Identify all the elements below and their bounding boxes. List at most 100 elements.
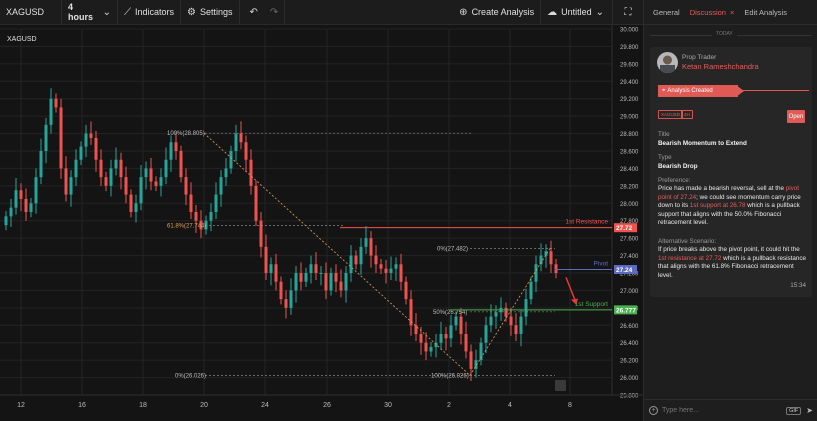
candle-body (179, 151, 183, 178)
candle-body (259, 220, 263, 247)
candle-body (104, 177, 108, 186)
candle-body (509, 316, 513, 326)
analysis-created-tag: ⌖ Analysis Created (658, 85, 738, 97)
level-tag: 26.777 (616, 307, 636, 314)
candle-body (254, 185, 258, 221)
y-tick-label: 29.000 (620, 115, 639, 121)
candle-body (249, 159, 253, 186)
author-name[interactable]: Ketan Rameshchandra (682, 62, 759, 71)
tag-arrow (736, 85, 744, 97)
candle-body (374, 255, 378, 265)
undo-button[interactable]: ↶ (240, 0, 264, 24)
candle-body (424, 342, 428, 352)
fib-trend-line (203, 132, 471, 376)
candle-body (229, 151, 233, 169)
settings-label: Settings (200, 7, 233, 17)
redo-button[interactable]: ↷ (264, 0, 286, 24)
candle-body (189, 194, 193, 212)
plus-circle-icon: ⊕ (459, 6, 468, 18)
chevron-down-icon: ⌄ (595, 6, 604, 18)
send-icon[interactable]: ➤ (806, 406, 813, 415)
candle-body (99, 159, 103, 178)
tab-edit-analysis[interactable]: Edit Analysis (744, 8, 787, 17)
candle-body (414, 325, 418, 334)
y-tick-label: 29.600 (620, 62, 639, 68)
candle-body (234, 133, 238, 151)
support-highlight: 1st support at 26.78 (689, 202, 746, 210)
app-window: XAGUSD 4 hours ⌄ ⟋ Indicators ⚙ Settings… (0, 0, 817, 421)
indicators-button[interactable]: ⟋ Indicators (118, 0, 182, 24)
candle-body (439, 334, 443, 343)
candle-body (79, 146, 83, 160)
cloud-check-icon: ☁ (547, 6, 558, 18)
candle-body (109, 168, 113, 186)
y-tick-label: 28.400 (620, 167, 639, 173)
candle-body (394, 264, 398, 269)
chart-symbol-label: XAGUSD (7, 36, 37, 43)
screenshot-icon (555, 380, 566, 391)
candle-body (449, 325, 453, 339)
candle-body (269, 264, 273, 273)
tab-general[interactable]: General (653, 8, 680, 17)
candle-body (309, 264, 313, 273)
candle-body (519, 316, 523, 334)
open-button[interactable]: Open (787, 110, 805, 123)
add-attachment-icon[interactable]: + (649, 406, 658, 415)
interval-selector[interactable]: 4 hours ⌄ (62, 0, 118, 24)
message-time: 15:34 (790, 282, 806, 289)
candle-body (134, 203, 138, 212)
fib-label: 61.8%(27.744) (167, 224, 206, 230)
candle-body (19, 190, 23, 199)
y-tick-label: 25.800 (620, 394, 639, 400)
layout-selector[interactable]: ☁ Untitled ⌄ (541, 0, 613, 24)
settings-button[interactable]: ⚙ Settings (181, 0, 240, 24)
level-name: Pivot (594, 261, 609, 268)
candle-body (334, 273, 338, 282)
level-tag: 27.72 (616, 225, 633, 232)
y-tick-label: 26.200 (620, 359, 639, 365)
candle-body (224, 168, 228, 178)
fib-label: 0%(26.026) (175, 373, 206, 379)
tab-discussion[interactable]: Discussion × (690, 8, 735, 17)
message-composer: + GIF ➤ (644, 399, 817, 421)
alternative-label: Alternative Scenario: (658, 238, 717, 245)
y-tick-label: 27.000 (620, 289, 639, 295)
fullscreen-icon: ⛶ (624, 6, 632, 18)
x-tick-label: 2 (447, 402, 451, 409)
interval-label: 4 hours (68, 2, 94, 22)
gif-button[interactable]: GIF (786, 406, 802, 415)
x-tick-label: 12 (17, 402, 25, 409)
create-analysis-button[interactable]: ⊕ Create Analysis (453, 0, 542, 24)
candle-body (284, 299, 288, 308)
candle-body (289, 290, 293, 308)
candle-body (314, 264, 318, 273)
discussion-panel: General Discussion × Edit Analysis TODAY… (643, 0, 817, 421)
candle-body (354, 255, 358, 265)
y-tick-label: 28.000 (620, 202, 639, 208)
candle-body (409, 299, 413, 326)
close-icon[interactable]: × (728, 8, 734, 17)
symbol-label: XAGUSD (6, 7, 45, 17)
candle-body (214, 194, 218, 212)
symbol-chip: XAGUSD (658, 110, 684, 119)
candle-body (4, 216, 8, 226)
candle-body (89, 133, 93, 138)
candle-body (174, 142, 178, 151)
candle-body (469, 351, 473, 369)
x-tick-label: 20 (200, 402, 208, 409)
gear-icon: ⚙ (187, 6, 196, 18)
candle-body (369, 238, 373, 256)
candle-body (74, 159, 78, 178)
candle-body (494, 312, 498, 317)
fullscreen-button[interactable]: ⛶ (613, 0, 643, 24)
indicators-label: Indicators (135, 7, 175, 17)
candle-body (324, 273, 328, 291)
fib-label: 100%(28.805) (167, 131, 205, 137)
y-tick-label: 30.000 (620, 28, 639, 34)
price-chart[interactable]: 30.000 29.800 29.600 29.400 29.200 29.000 28.8… (0, 25, 643, 421)
candle-body (454, 316, 458, 326)
message-input[interactable] (662, 407, 787, 414)
y-tick-label: 28.800 (620, 132, 639, 138)
symbol-selector[interactable]: XAGUSD (0, 0, 62, 24)
fib-label: 100%(26.026) (431, 373, 469, 379)
